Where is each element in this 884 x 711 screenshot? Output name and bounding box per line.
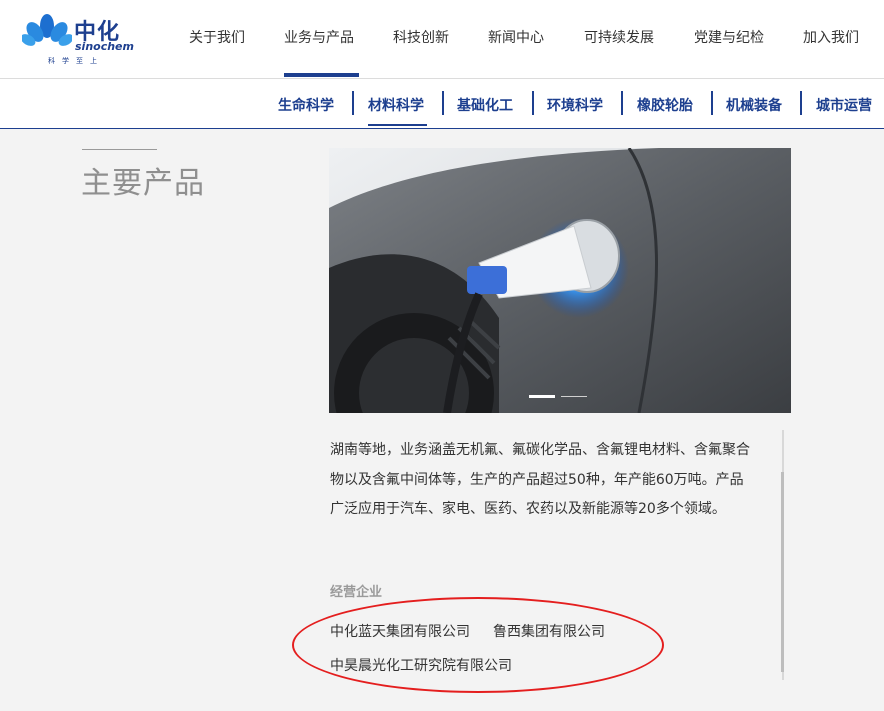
content-scrollbar-thumb[interactable] (781, 472, 784, 672)
nav-technology[interactable]: 科技创新 (393, 27, 449, 47)
nav-news[interactable]: 新闻中心 (488, 27, 544, 47)
top-header: 中化 sinochem 科学至上 关于我们 业务与产品 科技创新 新闻中心 可持… (0, 0, 884, 79)
subnav-divider (532, 91, 534, 115)
red-annotation-ellipse (292, 597, 664, 693)
subnav-divider (621, 91, 623, 115)
hero-image (329, 148, 791, 413)
sinochem-lotus-icon (22, 14, 72, 46)
subnav-divider (711, 91, 713, 115)
section-title-rule (82, 149, 157, 150)
nav-join-us[interactable]: 加入我们 (803, 27, 859, 47)
operating-companies-label: 经营企业 (330, 585, 383, 600)
sinochem-logo[interactable]: 中化 sinochem 科学至上 (22, 12, 134, 68)
subnav-divider (800, 91, 802, 115)
subnav-rubber-tires[interactable]: 橡胶轮胎 (637, 95, 693, 115)
subnav-basic-chemicals[interactable]: 基础化工 (457, 95, 513, 115)
nav-business[interactable]: 业务与产品 (284, 27, 354, 47)
subnav-material-science[interactable]: 材料科学 (368, 95, 424, 115)
subnav-machinery[interactable]: 机械装备 (726, 95, 782, 115)
nav-active-indicator (284, 73, 359, 77)
section-title: 主要产品 (81, 166, 205, 201)
logo-english-text: sinochem (75, 40, 134, 53)
subnav-active-indicator (368, 124, 427, 126)
subnav-divider (352, 91, 354, 115)
subnav-divider (442, 91, 444, 115)
business-description: 湖南等地，业务涵盖无机氟、氟碳化学品、含氟锂电材料、含氟聚合物以及含氟中间体等，… (330, 442, 750, 517)
nav-party[interactable]: 党建与纪检 (694, 27, 764, 47)
subnav-life-science[interactable]: 生命科学 (278, 95, 334, 115)
electric-car-charging-photo (329, 148, 791, 413)
subnav-environment[interactable]: 环境科学 (547, 95, 603, 115)
logo-slogan: 科学至上 (48, 57, 104, 65)
nav-sustainability[interactable]: 可持续发展 (584, 27, 654, 47)
sub-nav: 生命科学 材料科学 基础化工 环境科学 橡胶轮胎 机械装备 城市运营 (0, 79, 884, 129)
subnav-city-operations[interactable]: 城市运营 (816, 95, 872, 115)
nav-about[interactable]: 关于我们 (189, 27, 245, 47)
